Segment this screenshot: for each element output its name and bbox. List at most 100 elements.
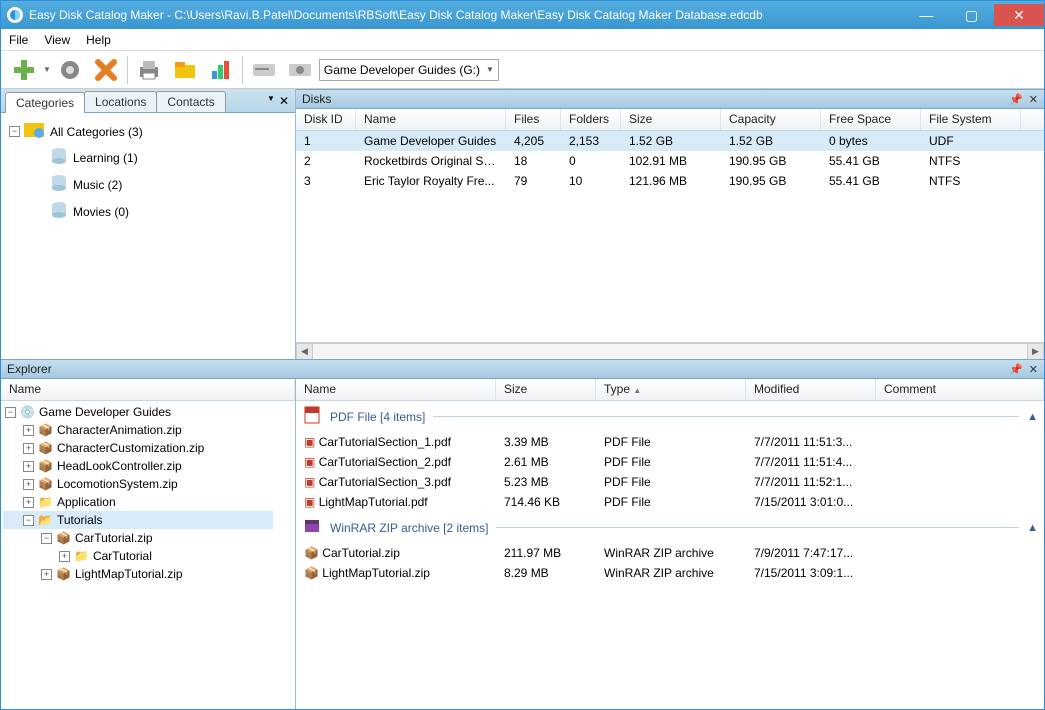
expander-icon[interactable]: −	[23, 515, 34, 526]
expander-icon[interactable]: −	[41, 533, 52, 544]
tab-contacts[interactable]: Contacts	[156, 91, 225, 112]
explorer-tree[interactable]: −💿Game Developer Guides +📦CharacterAnima…	[1, 401, 295, 709]
tree-item[interactable]: Application	[57, 495, 116, 509]
col-fs[interactable]: File System	[921, 109, 1021, 130]
pdf-icon: ▣	[304, 435, 315, 449]
tab-categories[interactable]: Categories	[5, 92, 85, 113]
col-modified[interactable]: Modified	[746, 379, 876, 400]
list-item[interactable]: 📦 LightMapTutorial.zip8.29 MBWinRAR ZIP …	[296, 563, 1044, 583]
group-title: WinRAR ZIP archive [2 items]	[330, 521, 488, 535]
file-list[interactable]: PDF File [4 items] ▲ ▣ CarTutorialSectio…	[296, 401, 1044, 709]
panel-close-icon[interactable]: ✕	[1029, 93, 1038, 106]
disk-icon: 💿	[20, 405, 35, 419]
category-label: Movies (0)	[73, 205, 129, 219]
zip-icon: 📦	[304, 566, 319, 580]
list-item[interactable]: ▣ CarTutorialSection_2.pdf2.61 MBPDF Fil…	[296, 452, 1044, 472]
categories-root[interactable]: All Categories (3)	[50, 125, 143, 139]
disks-table[interactable]: 1Game Developer Guides4,2052,1531.52 GB1…	[296, 131, 1044, 359]
tab-locations[interactable]: Locations	[84, 91, 157, 112]
disks-panel-title: Disks	[302, 92, 331, 106]
drive1-button[interactable]	[247, 53, 281, 87]
expander-icon[interactable]: +	[23, 479, 34, 490]
expander-icon[interactable]: +	[23, 497, 34, 508]
col-capacity[interactable]: Capacity	[721, 109, 821, 130]
list-item[interactable]: ▣ LightMapTutorial.pdf714.46 KBPDF File7…	[296, 492, 1044, 512]
group-title: PDF File [4 items]	[330, 410, 425, 424]
list-item[interactable]: ▣ CarTutorialSection_3.pdf5.23 MBPDF Fil…	[296, 472, 1044, 492]
zip-icon: 📦	[38, 423, 53, 437]
table-row[interactable]: 2Rocketbirds Original So...180102.91 MB1…	[296, 151, 1044, 171]
expander-icon[interactable]: −	[5, 407, 16, 418]
col-comment[interactable]: Comment	[876, 379, 1044, 400]
pin-icon[interactable]: 📌	[1009, 93, 1023, 106]
category-item[interactable]: Movies (0)	[49, 198, 291, 225]
menu-view[interactable]: View	[44, 33, 70, 47]
pdf-icon: ▣	[304, 475, 315, 489]
dropdown-icon[interactable]: ▼	[43, 65, 51, 74]
zip-icon	[302, 516, 322, 539]
expander-icon[interactable]: +	[23, 425, 34, 436]
expander-icon[interactable]: +	[41, 569, 52, 580]
pdf-icon	[302, 405, 322, 428]
horizontal-scrollbar[interactable]: ◀ ▶	[296, 342, 1044, 359]
group-header[interactable]: WinRAR ZIP archive [2 items] ▲	[296, 512, 1044, 543]
pin-icon[interactable]: 📌	[1009, 363, 1023, 376]
tree-item[interactable]: Tutorials	[57, 513, 103, 527]
category-item[interactable]: Music (2)	[49, 171, 291, 198]
col-name[interactable]: Name	[356, 109, 506, 130]
scroll-right-icon[interactable]: ▶	[1027, 343, 1044, 360]
col-files[interactable]: Files	[506, 109, 561, 130]
expander-icon[interactable]: +	[23, 461, 34, 472]
expander-icon[interactable]: −	[9, 126, 20, 137]
add-button[interactable]	[7, 53, 41, 87]
col-free[interactable]: Free Space	[821, 109, 921, 130]
menubar: File View Help	[1, 29, 1044, 51]
close-button[interactable]: ✕	[994, 4, 1044, 26]
chart-button[interactable]	[204, 53, 238, 87]
list-item[interactable]: 📦 CarTutorial.zip211.97 MBWinRAR ZIP arc…	[296, 543, 1044, 563]
col-diskid[interactable]: Disk ID	[296, 109, 356, 130]
exp-col-name[interactable]: Name	[1, 379, 295, 400]
print-button[interactable]	[132, 53, 166, 87]
category-icon	[24, 121, 46, 142]
col-size[interactable]: Size	[621, 109, 721, 130]
table-row[interactable]: 1Game Developer Guides4,2052,1531.52 GB1…	[296, 131, 1044, 151]
tree-item[interactable]: LightMapTutorial.zip	[75, 567, 183, 581]
minimize-button[interactable]: —	[904, 4, 949, 26]
category-item[interactable]: Learning (1)	[49, 144, 291, 171]
table-row[interactable]: 3Eric Taylor Royalty Fre...7910121.96 MB…	[296, 171, 1044, 191]
settings-button[interactable]	[53, 53, 87, 87]
tree-item[interactable]: CharacterCustomization.zip	[57, 441, 204, 455]
col-name[interactable]: Name	[296, 379, 496, 400]
panel-close-icon[interactable]: ✕	[1029, 363, 1038, 376]
tab-dropdown-icon[interactable]: ▼	[267, 94, 275, 108]
col-size[interactable]: Size	[496, 379, 596, 400]
maximize-button[interactable]: ▢	[949, 4, 994, 26]
tree-item[interactable]: CarTutorial	[93, 549, 152, 563]
collapse-icon[interactable]: ▲	[1027, 522, 1038, 534]
drive2-button[interactable]	[283, 53, 317, 87]
list-item[interactable]: ▣ CarTutorialSection_1.pdf3.39 MBPDF Fil…	[296, 432, 1044, 452]
col-type[interactable]: Type ▲	[596, 379, 746, 400]
zip-icon: 📦	[304, 546, 319, 560]
menu-file[interactable]: File	[9, 33, 28, 47]
tree-root[interactable]: Game Developer Guides	[39, 405, 171, 419]
collapse-icon[interactable]: ▲	[1027, 411, 1038, 423]
tree-item[interactable]: HeadLookController.zip	[57, 459, 182, 473]
tree-item[interactable]: LocomotionSystem.zip	[57, 477, 178, 491]
browse-button[interactable]	[168, 53, 202, 87]
col-folders[interactable]: Folders	[561, 109, 621, 130]
scroll-left-icon[interactable]: ◀	[296, 343, 313, 360]
tree-item[interactable]: CharacterAnimation.zip	[57, 423, 182, 437]
app-icon	[7, 7, 23, 23]
menu-help[interactable]: Help	[86, 33, 111, 47]
tree-item[interactable]: CarTutorial.zip	[75, 531, 153, 545]
window-title: Easy Disk Catalog Maker - C:\Users\Ravi.…	[29, 8, 904, 22]
delete-button[interactable]	[89, 53, 123, 87]
group-header[interactable]: PDF File [4 items] ▲	[296, 401, 1044, 432]
expander-icon[interactable]: +	[23, 443, 34, 454]
expander-icon[interactable]: +	[59, 551, 70, 562]
tab-close-icon[interactable]: ✕	[279, 94, 289, 108]
drive-combo[interactable]: Game Developer Guides (G:) ▼	[319, 59, 499, 81]
category-label: Learning (1)	[73, 151, 138, 165]
